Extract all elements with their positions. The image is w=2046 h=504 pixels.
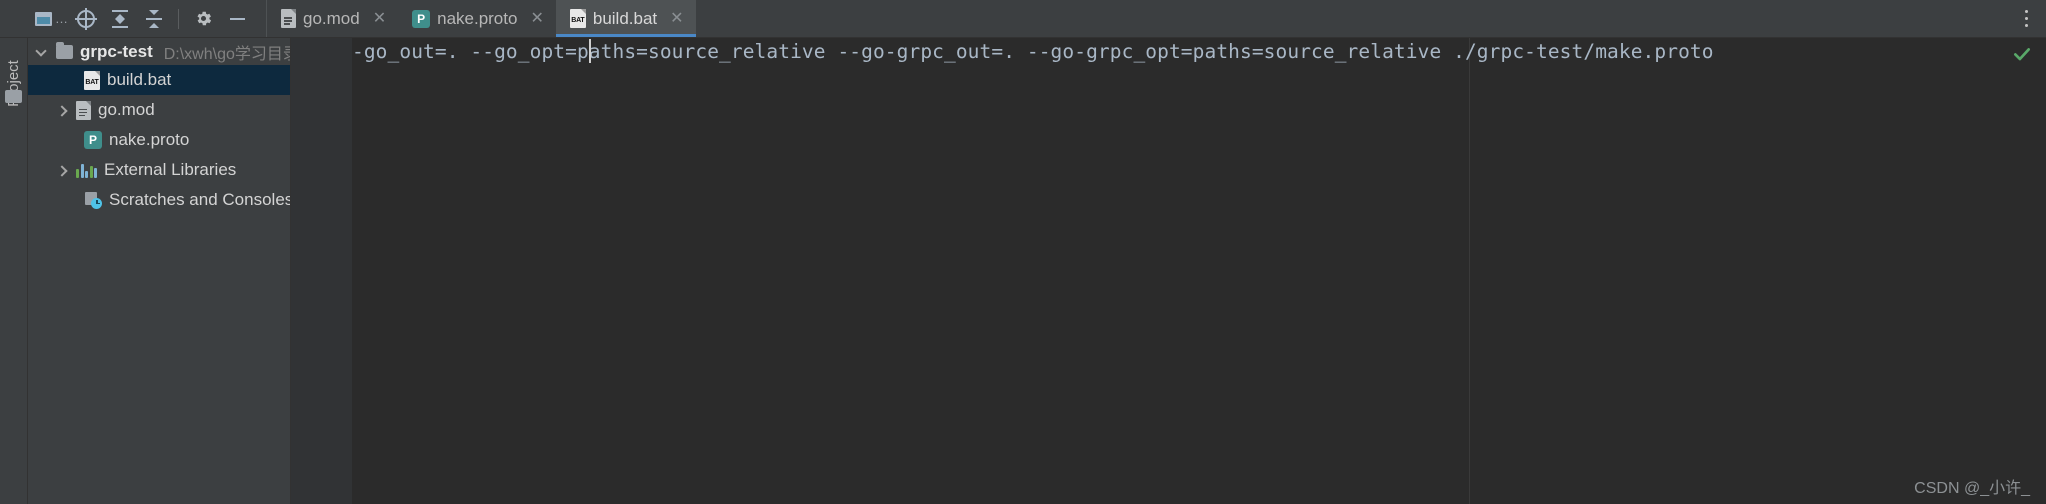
editor-tabs: go.mod ✕ P nake.proto ✕ BAT build.bat ✕ [266,0,696,37]
tab-label: nake.proto [437,8,518,28]
tab-label: go.mod [303,8,360,28]
bat-file-icon: BAT [84,70,100,90]
editor-line-1: -go_out=. --go_opt=paths=source_relative… [352,40,1714,63]
toolbar-separator [178,8,179,29]
expand-all-button[interactable] [103,2,137,36]
chevron-right-icon[interactable] [56,104,69,117]
list-item-label: go.mod [98,100,155,119]
tab-go-mod[interactable]: go.mod ✕ [267,0,398,37]
code-editor[interactable]: -go_out=. --go_opt=paths=source_relative… [352,38,2046,504]
tree-row-nake-proto[interactable]: P nake.proto [28,125,290,155]
editor-gutter[interactable] [291,38,352,504]
select-opened-file-button[interactable]: … [35,2,69,36]
expand-all-icon [112,9,128,28]
tree-row-root[interactable]: grpc-test D:\xwh\go学习目录\gRPC\grpc-test [28,38,290,65]
proto-file-icon: P [412,9,431,28]
external-libraries-icon [76,163,97,178]
tab-label: build.bat [592,8,658,28]
close-icon[interactable]: ✕ [373,10,386,27]
close-icon[interactable]: ✕ [670,10,683,27]
rail-spacer [0,0,27,37]
editor-area: -go_out=. --go_opt=paths=source_relative… [291,38,2046,504]
project-toolbar: … [27,0,254,37]
tree-row-go-mod[interactable]: go.mod [28,95,290,125]
tab-nake-proto[interactable]: P nake.proto ✕ [398,0,556,37]
folder-icon [56,41,73,59]
tree-row-build-bat[interactable]: BAT build.bat [28,65,290,95]
project-root-label: grpc-test [80,41,153,61]
close-icon[interactable]: ✕ [530,10,543,27]
folder-icon[interactable] [5,90,22,103]
gomod-file-icon [281,9,296,28]
gomod-file-icon [76,100,91,120]
gear-icon [196,11,211,26]
list-item-label: build.bat [107,70,172,89]
hide-panel-button[interactable] [220,2,254,36]
tool-window-rail: Project [0,38,28,504]
chevron-right-icon[interactable] [56,164,69,177]
scratches-consoles-icon [84,191,102,209]
crosshair-target-icon [77,9,95,28]
tab-build-bat[interactable]: BAT build.bat ✕ [555,0,696,37]
tree-row-external-libraries[interactable]: External Libraries [28,155,290,185]
locate-file-button[interactable] [69,2,103,36]
list-item-label: nake.proto [109,130,190,149]
list-item-label: Scratches and Consoles [109,190,291,209]
more-options-button[interactable] [2006,0,2046,37]
proto-file-icon: P [84,131,102,149]
project-tree-panel: grpc-test D:\xwh\go学习目录\gRPC\grpc-test B… [28,38,291,504]
collapse-all-button[interactable] [137,2,171,36]
right-margin-guide [1469,38,1470,504]
ide-window: … go.mod ✕ P nake.proto ✕ BAT build.bat … [0,0,2046,504]
toolbar-overflow-icon[interactable]: … [55,12,69,25]
list-item-label: External Libraries [104,160,237,179]
top-bar: … go.mod ✕ P nake.proto ✕ BAT build.bat … [0,0,2046,38]
collapse-all-icon [146,9,162,28]
project-root-path: D:\xwh\go学习目录\gRPC\grpc-test [163,45,291,63]
settings-button[interactable] [186,2,220,36]
minus-icon [229,17,245,20]
window-icon [35,11,52,26]
chevron-down-icon[interactable] [36,45,49,58]
text-caret [589,39,591,63]
watermark: CSDN @_小许_ [1914,480,2030,497]
sidebar-item-project[interactable]: Project [0,38,27,128]
main-body: Project grpc-test D:\xwh\go学习目录\gRPC\grp… [0,38,2046,504]
tree-row-scratches-consoles[interactable]: Scratches and Consoles [28,185,290,215]
bat-file-icon: BAT [569,9,586,28]
green-check-icon[interactable] [2012,44,2032,64]
